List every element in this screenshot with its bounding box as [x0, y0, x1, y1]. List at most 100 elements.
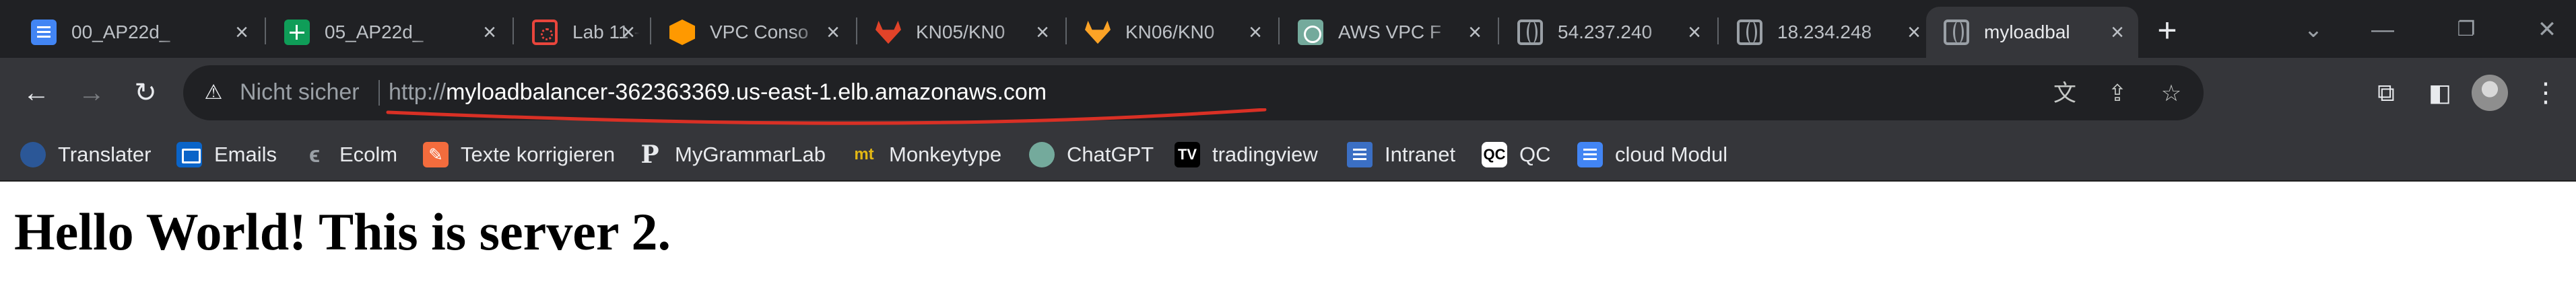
bookmark-chatgpt[interactable]: ChatGPT: [1029, 140, 1154, 169]
bookmark-cloud-modul[interactable]: cloud Modul: [1577, 140, 1727, 169]
bookmark-label: Intranet: [1385, 143, 1456, 166]
lab-icon: [532, 20, 558, 45]
close-icon[interactable]: ×: [1243, 20, 1268, 45]
tab-google-docs[interactable]: 00_AP22d_ ×: [13, 7, 263, 58]
profile-avatar[interactable]: [2472, 75, 2508, 111]
qc-icon: QC: [1482, 142, 1507, 167]
tab-myloadbalancer-active[interactable]: myloadbal ×: [1926, 7, 2138, 58]
bookmark-label: Translater: [58, 143, 152, 166]
tab-separator: [1278, 17, 1280, 44]
tab-separator: [265, 17, 266, 44]
bookmark-label: Monkeytype: [889, 143, 1002, 166]
translate-icon: [20, 142, 46, 167]
tab-title: VPC Conso: [710, 22, 809, 42]
back-arrow-icon[interactable]: ←: [18, 74, 55, 112]
url-text[interactable]: http://myloadbalancer-362363369.us-east-…: [389, 79, 1047, 106]
globe-icon: [1737, 20, 1762, 45]
aws-icon: [669, 20, 695, 45]
new-tab-button[interactable]: +: [2148, 12, 2186, 50]
chatgpt-icon: [1298, 20, 1323, 45]
tab-vpc-console[interactable]: VPC Conso ×: [652, 7, 854, 58]
monkeytype-icon: mt: [854, 145, 874, 163]
close-icon[interactable]: ×: [820, 20, 846, 45]
translate-icon[interactable]: 文: [2050, 79, 2080, 108]
bookmark-label: MyGrammarLab: [675, 143, 826, 166]
google-sheets-icon: [284, 20, 310, 45]
tab-strip: 00_AP22d_ × 05_AP22d_ × Lab 11 - Lo × VP…: [0, 0, 2576, 58]
tab-title: 18.234.248: [1777, 22, 1872, 42]
tab-aws-vpc-chatgpt[interactable]: AWS VPC F ×: [1280, 7, 1496, 58]
tab-ip-18[interactable]: 18.234.248 ×: [1719, 7, 1935, 58]
bookmark-qc[interactable]: QC QC: [1482, 140, 1551, 169]
tab-title: KN06/KN0: [1125, 22, 1215, 42]
tab-separator: [513, 17, 514, 44]
security-label[interactable]: Nicht sicher: [240, 79, 360, 106]
bookmark-texte-korrigieren[interactable]: ✎ Texte korrigieren: [423, 140, 615, 169]
url-scheme: http://: [389, 79, 447, 105]
bookmark-monkeytype[interactable]: mt Monkeytype: [851, 140, 1001, 169]
outlook-icon: [176, 142, 202, 167]
tab-separator: [650, 17, 651, 44]
reload-icon[interactable]: ↻: [127, 74, 164, 112]
restore-icon[interactable]: ❐: [2446, 9, 2486, 50]
bookmark-emails[interactable]: Emails: [176, 140, 277, 169]
page-content: Hello World! This is server 2.: [0, 183, 2576, 306]
minimize-icon[interactable]: —: [2363, 9, 2403, 50]
chatgpt-icon: [1029, 142, 1055, 167]
tab-lab-11[interactable]: Lab 11 - Lo ×: [515, 7, 649, 58]
close-icon[interactable]: ×: [477, 20, 502, 45]
bookmark-star-icon[interactable]: ☆: [2156, 79, 2186, 108]
close-icon[interactable]: ×: [1901, 20, 1927, 45]
bookmark-ecolm[interactable]: ϵ Ecolm: [302, 140, 397, 169]
warning-triangle-icon[interactable]: ⚠: [201, 80, 226, 106]
bookmark-label: Texte korrigieren: [461, 143, 616, 166]
bookmark-intranet[interactable]: Intranet: [1347, 140, 1455, 169]
google-docs-icon: [31, 20, 57, 45]
tab-title: 54.237.240: [1558, 22, 1653, 42]
close-icon[interactable]: ×: [1030, 20, 1055, 45]
bookmark-tradingview[interactable]: TV tradingview: [1175, 140, 1318, 169]
tab-title: KN05/KN0: [916, 22, 1005, 42]
tab-google-sheets[interactable]: 05_AP22d_ ×: [267, 7, 510, 58]
intranet-icon: [1347, 142, 1373, 167]
tab-title: myloadbal: [1984, 22, 2070, 42]
close-window-icon[interactable]: ✕: [2527, 9, 2567, 50]
forward-arrow-icon[interactable]: →: [73, 74, 110, 112]
address-bar[interactable]: ⚠ Nicht sicher http://myloadbalancer-362…: [183, 65, 2204, 125]
pen-icon: ✎: [423, 142, 449, 167]
gitlab-icon: [876, 20, 901, 44]
tab-kn06[interactable]: KN06/KN0 ×: [1067, 7, 1276, 58]
tab-ip-54[interactable]: 54.237.240 ×: [1500, 7, 1715, 58]
tab-title: 05_AP22d_: [325, 22, 424, 42]
bookmark-label: Ecolm: [339, 143, 398, 166]
bookmark-label: QC: [1519, 143, 1551, 166]
bookmark-label: ChatGPT: [1067, 143, 1154, 166]
share-icon[interactable]: ⇪: [2103, 79, 2132, 108]
close-icon[interactable]: ×: [1462, 20, 1488, 45]
tab-separator: [1498, 17, 1499, 44]
close-icon[interactable]: ×: [616, 20, 641, 45]
more-menu-icon[interactable]: ⋮: [2527, 74, 2565, 112]
omnibox-separator: [378, 80, 380, 106]
tab-search-chevron-icon[interactable]: ⌄: [2293, 9, 2334, 50]
tab-kn05[interactable]: KN05/KN0 ×: [858, 7, 1063, 58]
globe-icon: [1944, 20, 1969, 45]
tab-title: AWS VPC F: [1338, 22, 1441, 42]
mygrammarlab-icon: P: [640, 141, 659, 169]
tab-title: 00_AP22d_: [71, 22, 170, 42]
globe-icon: [1517, 20, 1543, 45]
close-icon[interactable]: ×: [1682, 20, 1707, 45]
google-docs-icon: [1577, 142, 1603, 167]
tab-separator: [1717, 17, 1719, 44]
red-underline-annotation: [386, 108, 1267, 125]
side-panel-icon[interactable]: ◧: [2421, 74, 2459, 112]
bookmark-mygrammarlab[interactable]: P MyGrammarLab: [637, 140, 826, 169]
extensions-puzzle-icon[interactable]: ⧉: [2367, 74, 2405, 112]
tab-separator: [1065, 17, 1067, 44]
bookmarks-bar: Translater Emails ϵ Ecolm ✎ Texte korrig…: [0, 128, 2576, 182]
close-icon[interactable]: ×: [229, 20, 255, 45]
bookmark-label: cloud Modul: [1615, 143, 1728, 166]
close-icon[interactable]: ×: [2105, 20, 2130, 45]
tradingview-icon: TV: [1175, 142, 1200, 167]
bookmark-translater[interactable]: Translater: [20, 140, 151, 169]
